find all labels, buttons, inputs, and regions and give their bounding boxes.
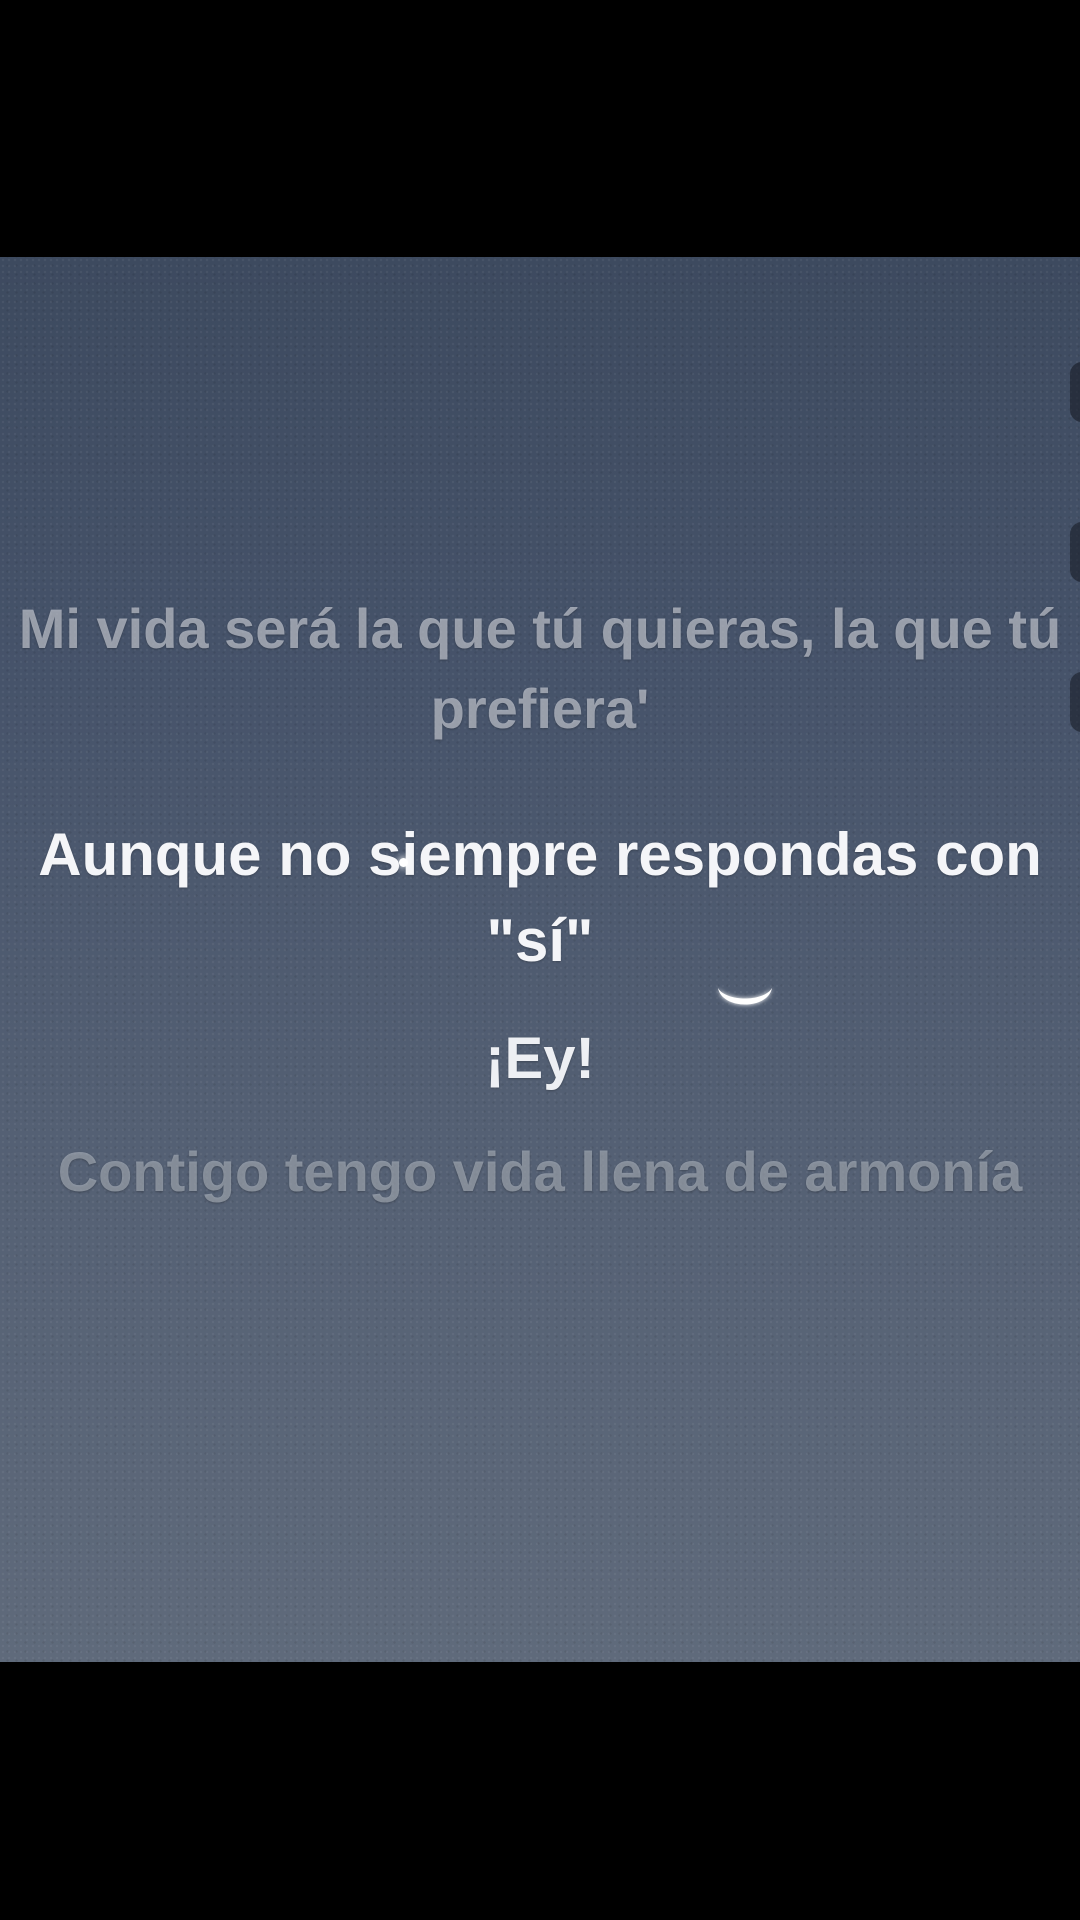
star-dot	[399, 858, 408, 867]
side-control-bottom[interactable]	[1070, 672, 1080, 732]
side-control-top[interactable]	[1070, 362, 1080, 422]
lyric-line-next: ¡Ey!	[485, 1026, 595, 1091]
top-letterbox	[0, 0, 1080, 257]
lyric-line-previous: Mi vida será la que tú quieras, la que t…	[18, 597, 1062, 740]
lyric-line-current: Aunque no siempre respondas con "sí"	[38, 821, 1042, 974]
bottom-letterbox	[0, 1662, 1080, 1920]
side-control-middle[interactable]	[1070, 522, 1080, 582]
crescent-moon-icon	[718, 988, 772, 1005]
video-frame[interactable]: Mi vida será la que tú quieras, la que t…	[0, 257, 1080, 1662]
lyric-line-upcoming: Contigo tengo vida llena de armonía	[57, 1140, 1023, 1203]
